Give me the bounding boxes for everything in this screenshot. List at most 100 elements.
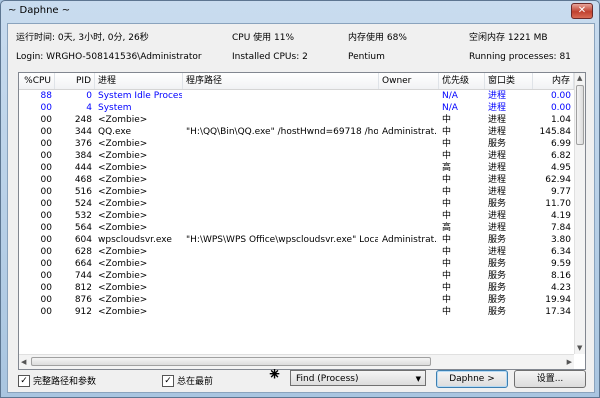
always-on-top-checkbox[interactable]: ✓ [162, 374, 174, 387]
title-bar[interactable]: ~ Daphne ~ ✕ [1, 1, 599, 21]
cell-path [186, 246, 378, 258]
horizontal-scrollbar[interactable]: ◀ ▶ [19, 354, 574, 369]
cell-cpu: 00 [40, 283, 52, 293]
cell-process-name: <Zombie> [98, 139, 148, 149]
cell-process-name: <Zombie> [98, 211, 148, 221]
column-header-path[interactable]: 程序路径 [183, 73, 379, 89]
settings-button[interactable]: 设置... [514, 370, 586, 388]
cell-process-name: QQ.exe [98, 127, 131, 137]
table-row[interactable]: 00 384 <Zombie> 中 进程 6.82 [19, 150, 574, 162]
cell-cpu: 00 [40, 223, 52, 233]
cell-owner: Administrat... [382, 127, 438, 137]
uptime-text: 运行时间: 0天, 3小时, 0分, 26秒 [16, 33, 149, 43]
column-header-owner[interactable]: Owner [379, 73, 439, 89]
vertical-scrollbar[interactable]: ▲ ▼ [574, 73, 585, 354]
table-row[interactable]: 00 376 <Zombie> 中 服务 6.99 [19, 138, 574, 150]
cell-pid: 532 [74, 211, 92, 221]
cell-cpu: 00 [40, 211, 52, 221]
table-row[interactable]: 00 444 <Zombie> 高 进程 4.95 [19, 162, 574, 174]
cell-pid: 628 [74, 247, 92, 257]
full-path-checkbox[interactable]: ✓ [18, 374, 30, 387]
cell-pid: 664 [74, 259, 92, 269]
cell-path [186, 186, 378, 198]
horizontal-scroll-thumb[interactable] [31, 357, 431, 366]
window-title: ~ Daphne ~ [8, 5, 71, 16]
cell-pid: 4 [86, 103, 92, 113]
table-row[interactable]: 00 628 <Zombie> 中 进程 6.34 [19, 246, 574, 258]
cell-owner [382, 282, 438, 294]
cell-pid: 344 [74, 127, 92, 137]
cpu-model-text: Pentium [348, 52, 385, 62]
cell-path [186, 150, 378, 162]
column-header-process[interactable]: 进程 [95, 73, 183, 89]
vertical-scroll-thumb[interactable] [576, 85, 584, 145]
cell-process-name: <Zombie> [98, 163, 148, 173]
cell-window-class: 服务 [488, 295, 507, 305]
free-memory-text: 空闲内存 1221 MB [469, 33, 548, 43]
cell-pid: 564 [74, 223, 92, 233]
scroll-right-icon[interactable]: ▶ [567, 358, 572, 366]
table-row[interactable]: 00 524 <Zombie> 中 服务 11.70 [19, 198, 574, 210]
cell-owner [382, 246, 438, 258]
table-row[interactable]: 00 664 <Zombie> 中 服务 9.59 [19, 258, 574, 270]
column-header-cpu[interactable]: %CPU [19, 73, 55, 89]
cell-pid: 248 [74, 115, 92, 125]
cell-memory: 0.00 [550, 91, 571, 101]
login-text: Login: WRGHO-508141536\Administrator [16, 52, 202, 62]
table-row[interactable]: 00 468 <Zombie> 中 进程 62.94 [19, 174, 574, 186]
daphne-button[interactable]: Daphne > [436, 370, 508, 388]
cell-priority: 中 [442, 151, 452, 161]
cell-path [186, 210, 378, 222]
cell-path [186, 114, 378, 126]
scroll-up-icon[interactable]: ▲ [577, 74, 582, 82]
cell-cpu: 00 [40, 271, 52, 281]
cell-window-class: 进程 [488, 103, 507, 113]
cell-owner [382, 174, 438, 186]
table-row[interactable]: 00 912 <Zombie> 中 服务 17.34 [19, 306, 574, 318]
scroll-left-icon[interactable]: ◀ [21, 358, 26, 366]
cell-priority: 中 [442, 115, 452, 125]
column-header-memory[interactable]: 内存 [533, 73, 574, 89]
cell-pid: 812 [74, 283, 92, 293]
always-on-top-checkbox-row[interactable]: ✓ 总在最前 [162, 374, 213, 387]
column-header-priority[interactable]: 优先级 [439, 73, 485, 89]
cell-memory: 6.34 [550, 247, 571, 257]
list-rows: 88 0 System Idle Process N/A 进程 0.00 00 4 System… [19, 90, 574, 354]
cell-priority: 中 [442, 307, 452, 317]
cell-path [186, 138, 378, 150]
table-row[interactable]: 00 516 <Zombie> 中 进程 9.77 [19, 186, 574, 198]
cell-window-class: 进程 [488, 163, 507, 173]
close-button[interactable]: ✕ [571, 3, 593, 19]
cell-path [186, 258, 378, 270]
cell-owner [382, 270, 438, 282]
cell-window-class: 进程 [488, 127, 507, 137]
cell-priority: 中 [442, 199, 452, 209]
cell-cpu: 00 [40, 295, 52, 305]
cell-priority: N/A [442, 103, 458, 113]
table-row[interactable]: 00 4 System N/A 进程 0.00 [19, 102, 574, 114]
find-dropdown[interactable]: Find (Process) ▼ [290, 370, 426, 386]
table-row[interactable]: 00 248 <Zombie> 中 进程 1.04 [19, 114, 574, 126]
cell-pid: 604 [74, 235, 92, 245]
table-row[interactable]: 00 876 <Zombie> 中 服务 19.94 [19, 294, 574, 306]
crosshair-finder-icon[interactable]: ⁕ [267, 365, 282, 385]
full-path-checkbox-row[interactable]: ✓ 完整路径和参数 [18, 374, 96, 387]
table-row[interactable]: 88 0 System Idle Process N/A 进程 0.00 [19, 90, 574, 102]
cell-process-name: <Zombie> [98, 223, 148, 233]
cell-process-name: <Zombie> [98, 307, 148, 317]
table-row[interactable]: 00 812 <Zombie> 中 服务 4.23 [19, 282, 574, 294]
table-row[interactable]: 00 744 <Zombie> 中 服务 8.16 [19, 270, 574, 282]
cell-priority: 中 [442, 187, 452, 197]
table-row[interactable]: 00 344 QQ.exe "H:\QQ\Bin\QQ.exe" /hostHwnd=… [19, 126, 574, 138]
scroll-down-icon[interactable]: ▼ [577, 344, 582, 352]
table-row[interactable]: 00 532 <Zombie> 中 进程 4.19 [19, 210, 574, 222]
cell-path [186, 90, 378, 102]
installed-cpus-text: Installed CPUs: 2 [232, 52, 308, 62]
table-row[interactable]: 00 604 wpscloudsvr.exe "H:\WPS\WPS Office\w… [19, 234, 574, 246]
column-header-pid[interactable]: PID [55, 73, 95, 89]
process-list[interactable]: %CPU PID 进程 程序路径 Owner 优先级 窗口类 内存 88 0 Sys… [18, 72, 586, 370]
column-header-window-class[interactable]: 窗口类 [485, 73, 533, 89]
table-row[interactable]: 00 564 <Zombie> 高 进程 7.84 [19, 222, 574, 234]
cell-cpu: 00 [40, 127, 52, 137]
cell-priority: 中 [442, 211, 452, 221]
